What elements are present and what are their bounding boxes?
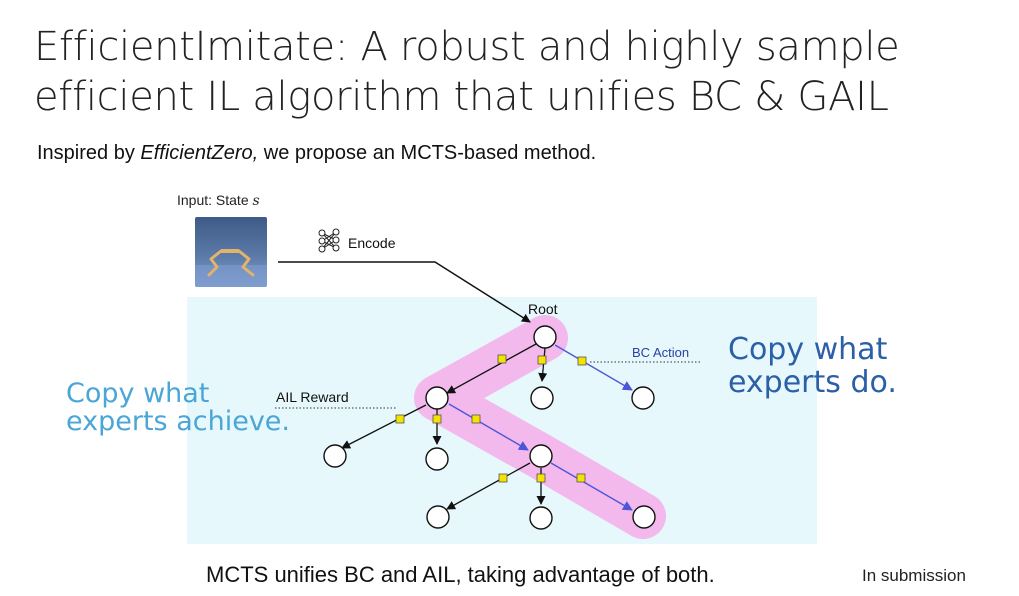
reward-square	[576, 473, 586, 483]
neural-network-icon	[318, 228, 340, 253]
reward-square	[498, 473, 508, 483]
encode-label: Encode	[348, 235, 396, 251]
copy-do-line2: experts do.	[728, 365, 897, 400]
reward-square	[395, 414, 405, 424]
node-l2-mid	[425, 447, 449, 471]
copy-achieve-text: Copy what experts achieve.	[66, 380, 290, 436]
edge-l-left	[341, 404, 427, 449]
bc-action-label: BC Action	[632, 345, 689, 360]
highlight-path	[414, 315, 666, 539]
encode-connector	[278, 261, 531, 323]
copy-achieve-line1: Copy what	[66, 378, 210, 409]
node-l2-right	[529, 444, 553, 468]
reward-square	[497, 354, 507, 364]
node-l3-left	[426, 505, 450, 529]
node-l1-left	[425, 386, 449, 410]
copy-achieve-line2: experts achieve.	[66, 406, 290, 437]
node-l3-mid	[529, 506, 553, 530]
node-l2-left	[323, 444, 347, 468]
reward-square	[432, 414, 442, 424]
copy-do-line1: Copy what	[728, 332, 888, 367]
in-submission-note: In submission	[862, 566, 966, 585]
node-l1-right	[631, 386, 655, 410]
node-l1-mid	[530, 386, 554, 410]
reward-square	[537, 355, 547, 365]
edge-m-left	[446, 462, 531, 510]
reward-square	[577, 356, 587, 366]
bottom-caption: MCTS unifies BC and AIL, taking advantag…	[206, 562, 715, 587]
copy-do-text: Copy what experts do.	[728, 333, 897, 399]
bc-edge-root	[554, 344, 633, 391]
node-root	[533, 325, 557, 349]
root-label: Root	[528, 301, 558, 317]
reward-square	[536, 473, 546, 483]
node-l3-right	[632, 505, 656, 529]
reward-square	[471, 414, 481, 424]
mcts-tree-diagram: Encode Root BC Action AIL Reward	[275, 228, 702, 539]
